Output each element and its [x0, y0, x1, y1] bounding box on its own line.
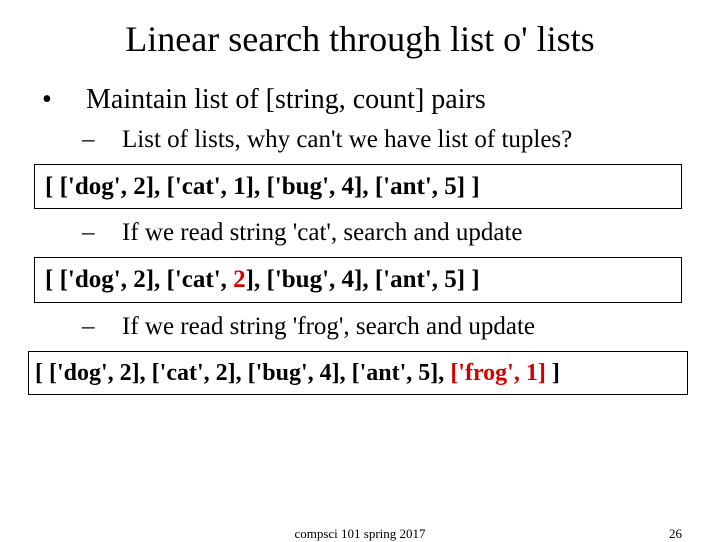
dash-icon: – [102, 219, 122, 247]
code-box-2-part-b: ], ['bug', 4], ['ant', 5] ] [246, 266, 480, 293]
code-box-3-part-b: ] [546, 360, 560, 386]
bullet-level2-b-text: If we read string 'cat', search and upda… [122, 219, 523, 246]
code-box-1-text: [ ['dog', 2], ['cat', 1], ['bug', 4], ['… [45, 173, 480, 200]
dash-icon: – [102, 313, 122, 341]
code-box-2: [ ['dog', 2], ['cat', 2], ['bug', 4], ['… [34, 257, 682, 302]
code-box-2-part-a: [ ['dog', 2], ['cat', [45, 266, 233, 293]
bullet-level2-c-text: If we read string 'frog', search and upd… [122, 313, 535, 340]
code-box-3-part-a: [ ['dog', 2], ['cat', 2], ['bug', 4], ['… [35, 360, 450, 386]
bullet-level1-text: Maintain list of [string, count] pairs [86, 84, 486, 115]
bullet-level2-c: –If we read string 'frog', search and up… [102, 313, 696, 341]
code-box-3: [ ['dog', 2], ['cat', 2], ['bug', 4], ['… [28, 351, 688, 395]
code-box-1: [ ['dog', 2], ['cat', 1], ['bug', 4], ['… [34, 164, 682, 209]
bullet-level2-a-text: List of lists, why can't we have list of… [122, 126, 572, 153]
bullet-dot: • [64, 84, 86, 116]
bullet-level2-b: –If we read string 'cat', search and upd… [102, 219, 696, 247]
slide-title: Linear search through list o' lists [24, 18, 696, 60]
bullet-level1: •Maintain list of [string, count] pairs [64, 84, 696, 116]
bullet-level2-a: –List of lists, why can't we have list o… [102, 126, 696, 154]
code-box-2-highlight: 2 [233, 266, 246, 293]
code-box-3-highlight: ['frog', 1] [450, 360, 546, 386]
dash-icon: – [102, 126, 122, 154]
